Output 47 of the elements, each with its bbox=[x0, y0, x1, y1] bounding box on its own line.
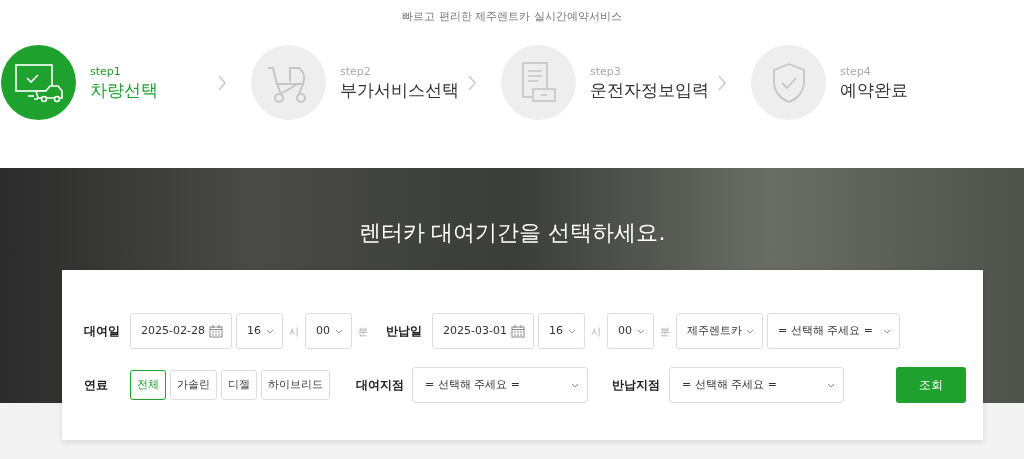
minute-select[interactable]: 00 bbox=[607, 313, 654, 349]
chevron-right-icon bbox=[467, 75, 477, 91]
step-number: step3 bbox=[590, 64, 622, 79]
caret-icon bbox=[568, 328, 576, 334]
step-label: 차량선택 bbox=[90, 78, 158, 101]
calendar-icon bbox=[209, 324, 223, 338]
step-label: 예약완료 bbox=[840, 78, 908, 101]
field-label: 연료 bbox=[84, 377, 109, 394]
fuel-option[interactable]: 디젤 bbox=[221, 370, 257, 400]
caret-icon bbox=[335, 328, 343, 334]
subtitle: 빠르고 편리한 제주렌트카 실시간예약서비스 bbox=[402, 10, 622, 23]
caret-icon bbox=[827, 382, 835, 388]
minute-select[interactable]: 00 bbox=[305, 313, 352, 349]
dropoff-select[interactable]: = 선택해 주세요 = bbox=[669, 367, 844, 403]
field-label: 대여지점 bbox=[356, 377, 405, 394]
field-label: 반납일 bbox=[386, 323, 423, 340]
unit-label: 시 bbox=[289, 324, 299, 339]
field-label: 대여일 bbox=[84, 323, 121, 340]
date-field[interactable]: 2025-03-01 bbox=[432, 313, 534, 349]
caret-icon bbox=[571, 382, 579, 388]
date-field[interactable]: 2025-02-28 bbox=[130, 313, 232, 349]
caret-icon bbox=[637, 328, 645, 334]
hero-title: 렌터카 대여기간을 선택하세요. bbox=[358, 219, 666, 247]
fuel-option[interactable]: 가솔린 bbox=[170, 370, 217, 400]
field-label: 반납지점 bbox=[612, 377, 661, 394]
calendar-icon bbox=[511, 324, 525, 338]
unit-label: 분 bbox=[358, 324, 368, 339]
step-label: 운전자정보입력 bbox=[590, 78, 709, 101]
fuel-option[interactable]: 전체 bbox=[130, 370, 166, 400]
caret-icon bbox=[266, 328, 274, 334]
car-monitor-icon bbox=[13, 62, 64, 103]
pickup-select[interactable]: = 선택해 주세요 = bbox=[412, 367, 588, 403]
hour-select[interactable]: 16 bbox=[236, 313, 283, 349]
company-select[interactable]: 제주렌트카 bbox=[676, 313, 763, 349]
chevron-right-icon bbox=[717, 75, 727, 91]
chevron-right-icon bbox=[217, 75, 227, 91]
unit-label: 분 bbox=[660, 324, 670, 339]
hour-select[interactable]: 16 bbox=[538, 313, 585, 349]
caret-icon bbox=[883, 328, 891, 334]
step-number: step1 bbox=[90, 64, 122, 79]
step-number: step2 bbox=[340, 64, 372, 79]
fuel-option[interactable]: 하이브리드 bbox=[261, 370, 330, 400]
unit-label: 시 bbox=[591, 324, 601, 339]
caret-icon bbox=[746, 328, 754, 334]
car-select[interactable]: = 선택해 주세요 = bbox=[767, 313, 900, 349]
step-label: 부가서비스선택 bbox=[340, 78, 459, 101]
step-number: step4 bbox=[840, 64, 872, 79]
